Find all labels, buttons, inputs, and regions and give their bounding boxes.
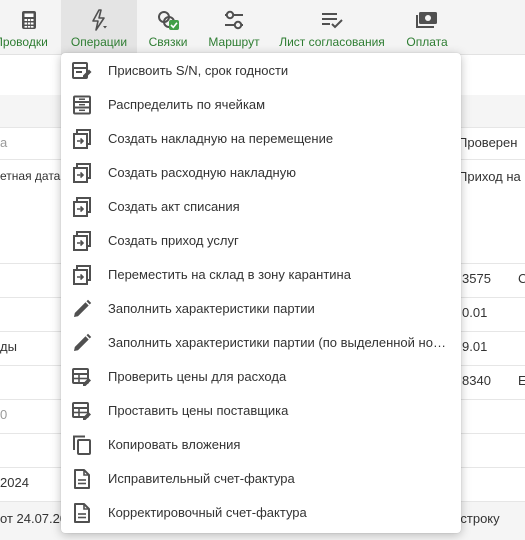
menu-item-label: Присвоить S/N, срок годности — [108, 63, 289, 78]
field-value: 2024 — [0, 475, 29, 490]
menu-item-label: Создать расходную накладную — [108, 165, 296, 180]
cell-value: С — [518, 271, 525, 286]
cells-icon — [72, 95, 92, 115]
toolbar: Проводки Операции Связки — [0, 0, 525, 55]
toolbar-label: Маршрут — [208, 35, 260, 49]
cash-icon — [415, 9, 439, 31]
menu-item-set-supplier-prices[interactable]: Проставить цены поставщика — [61, 394, 461, 428]
field-text: 0 — [0, 407, 8, 422]
create-document-icon — [72, 163, 92, 183]
cell-value: 0.01 — [462, 305, 488, 320]
menu-item-label: Исправительный счет-фактура — [108, 471, 295, 486]
menu-item-adjustment-invoice[interactable]: Корректировочный счет-фактура — [61, 496, 461, 530]
menu-item-create-transfer-invoice[interactable]: Создать накладную на перемещение — [61, 122, 461, 156]
invoice-icon — [72, 469, 92, 489]
menu-item-check-prices[interactable]: Проверить цены для расхода — [61, 360, 461, 394]
menu-item-label: Проверить цены для расхода — [108, 369, 287, 384]
menu-item-assign-serial[interactable]: Присвоить S/N, срок годности — [61, 54, 461, 88]
toolbar-button-payment[interactable]: Оплата — [398, 0, 456, 54]
menu-item-label: Проставить цены поставщика — [108, 403, 289, 418]
toolbar-button-route[interactable]: Маршрут — [202, 0, 266, 54]
menu-item-create-expense-invoice[interactable]: Создать расходную накладную — [61, 156, 461, 190]
operations-menu: Присвоить S/N, срок годности Распределит… — [61, 53, 461, 533]
cell-value: 3575 — [462, 271, 491, 286]
invoice-icon — [72, 503, 92, 523]
copy-icon — [72, 435, 92, 455]
menu-item-fill-batch-attributes[interactable]: Заполнить характеристики партии — [61, 292, 461, 326]
lightning-icon — [89, 9, 109, 31]
menu-item-label: Заполнить характеристики партии — [108, 301, 315, 316]
route-icon — [223, 9, 245, 31]
pencil-icon — [72, 333, 92, 353]
links-check-icon — [156, 9, 180, 31]
create-document-icon — [72, 265, 92, 285]
menu-item-move-to-quarantine[interactable]: Переместить на склад в зону карантина — [61, 258, 461, 292]
menu-item-label: Создать акт списания — [108, 199, 240, 214]
create-document-icon — [72, 231, 92, 251]
toolbar-label: Оплата — [406, 35, 448, 49]
assign-serial-icon — [72, 61, 92, 81]
toolbar-label: Проводки — [0, 35, 48, 49]
calculator-icon — [21, 9, 37, 31]
menu-item-label: Заполнить характеристики партии (по выде… — [108, 335, 451, 350]
toolbar-button-approval-sheet[interactable]: Лист согласования — [276, 0, 388, 54]
menu-item-label: Копировать вложения — [108, 437, 241, 452]
toolbar-button-links[interactable]: Связки — [143, 0, 193, 54]
menu-item-fill-batch-attributes-selected[interactable]: Заполнить характеристики партии (по выде… — [61, 326, 461, 360]
menu-item-distribute-cells[interactable]: Распределить по ячейкам — [61, 88, 461, 122]
toolbar-label: Лист согласования — [279, 35, 385, 49]
cell-value: 8340 — [462, 373, 491, 388]
menu-item-copy-attachments[interactable]: Копировать вложения — [61, 428, 461, 462]
menu-item-create-service-receipt[interactable]: Создать приход услуг — [61, 224, 461, 258]
create-document-icon — [72, 197, 92, 217]
pencil-icon — [72, 299, 92, 319]
price-table-icon — [72, 367, 92, 387]
field-text: а — [0, 135, 8, 150]
toolbar-button-operations[interactable]: Операции — [61, 0, 137, 54]
menu-item-label: Создать накладную на перемещение — [108, 131, 334, 146]
field-text: ды — [0, 339, 17, 354]
status-value: Проверен — [458, 135, 518, 150]
menu-item-label: Корректировочный счет-фактура — [108, 505, 307, 520]
toolbar-label: Операции — [70, 35, 128, 49]
menu-item-label: Переместить на склад в зону карантина — [108, 267, 351, 282]
menu-item-create-write-off[interactable]: Создать акт списания — [61, 190, 461, 224]
cell-value: Е — [518, 373, 525, 388]
list-check-icon — [320, 9, 344, 31]
price-table-icon — [72, 401, 92, 421]
field-value: от 24.07.20 — [0, 511, 68, 526]
menu-item-corrective-invoice[interactable]: Исправительный счет-фактура — [61, 462, 461, 496]
toolbar-label: Связки — [148, 35, 188, 49]
toolbar-button-entries[interactable]: Проводки — [0, 0, 58, 54]
cell-value: 9.01 — [462, 339, 488, 354]
field-label: етная дата — [0, 169, 61, 183]
field-value: Приход на — [458, 169, 521, 184]
create-document-icon — [72, 129, 92, 149]
menu-item-label: Распределить по ячейкам — [108, 97, 266, 112]
menu-item-label: Создать приход услуг — [108, 233, 239, 248]
